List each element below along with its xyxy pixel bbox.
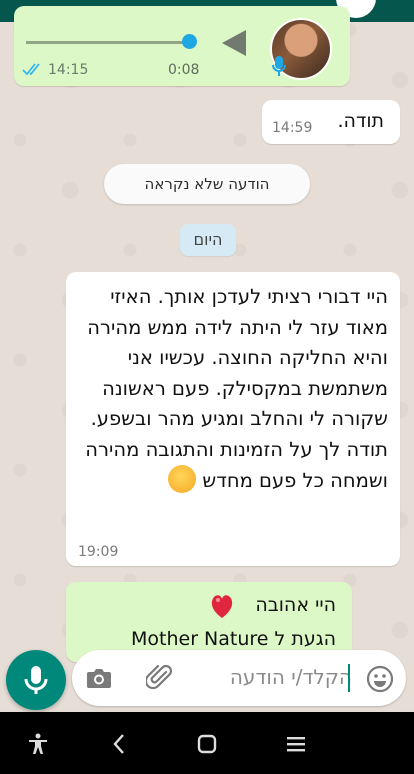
accessibility-icon[interactable] (26, 732, 50, 756)
recents-icon[interactable] (284, 732, 308, 756)
voice-progress (26, 41, 190, 44)
voice-duration: 0:08 (168, 62, 200, 78)
heart-icon (211, 595, 233, 618)
message-body: היי דבורי רציתי לעדכן אותך. האיזי מאוד ע… (85, 285, 388, 492)
message-time: 14:59 (272, 120, 313, 136)
message-input-bar[interactable]: הקלד/י הודעה (72, 650, 406, 706)
message-input[interactable]: הקלד/י הודעה (200, 665, 352, 689)
chat-background: 14:15 0:08 תודה. 14:59 הודעה שלא נקראה ה… (0, 0, 414, 710)
incoming-message[interactable]: תודה. 14:59 (262, 100, 400, 144)
voice-message-bubble[interactable]: 14:15 0:08 (14, 6, 350, 86)
back-icon[interactable] (108, 732, 132, 756)
mic-icon (24, 666, 48, 694)
system-nav-bar (0, 712, 414, 774)
message-text: היי דבורי רציתי לעדכן אותך. האיזי מאוד ע… (72, 282, 388, 497)
emoji-icon[interactable] (366, 665, 394, 693)
text-cursor (348, 664, 350, 692)
home-icon[interactable] (195, 732, 219, 756)
unread-messages-banner: הודעה שלא נקראה (104, 164, 310, 204)
voice-record-button[interactable] (6, 650, 66, 710)
voice-seek-knob[interactable] (181, 34, 197, 49)
incoming-message-long[interactable]: היי דבורי רציתי לעדכן אותך. האיזי מאוד ע… (66, 272, 400, 566)
smile-emoji-icon (168, 465, 197, 493)
mic-icon (272, 56, 286, 76)
attach-icon[interactable] (146, 664, 174, 692)
camera-icon[interactable] (86, 667, 112, 689)
play-icon[interactable] (222, 30, 246, 56)
double-check-icon (22, 63, 40, 76)
message-time: 19:09 (78, 544, 119, 560)
message-text-line2: הגעת ל Mother Nature (131, 628, 336, 650)
date-divider: היום (180, 224, 236, 256)
voice-seekbar[interactable] (26, 41, 196, 44)
message-text: תודה. (337, 110, 385, 132)
message-text: היי אהובה (255, 594, 336, 616)
voice-timestamp: 14:15 (48, 62, 89, 78)
